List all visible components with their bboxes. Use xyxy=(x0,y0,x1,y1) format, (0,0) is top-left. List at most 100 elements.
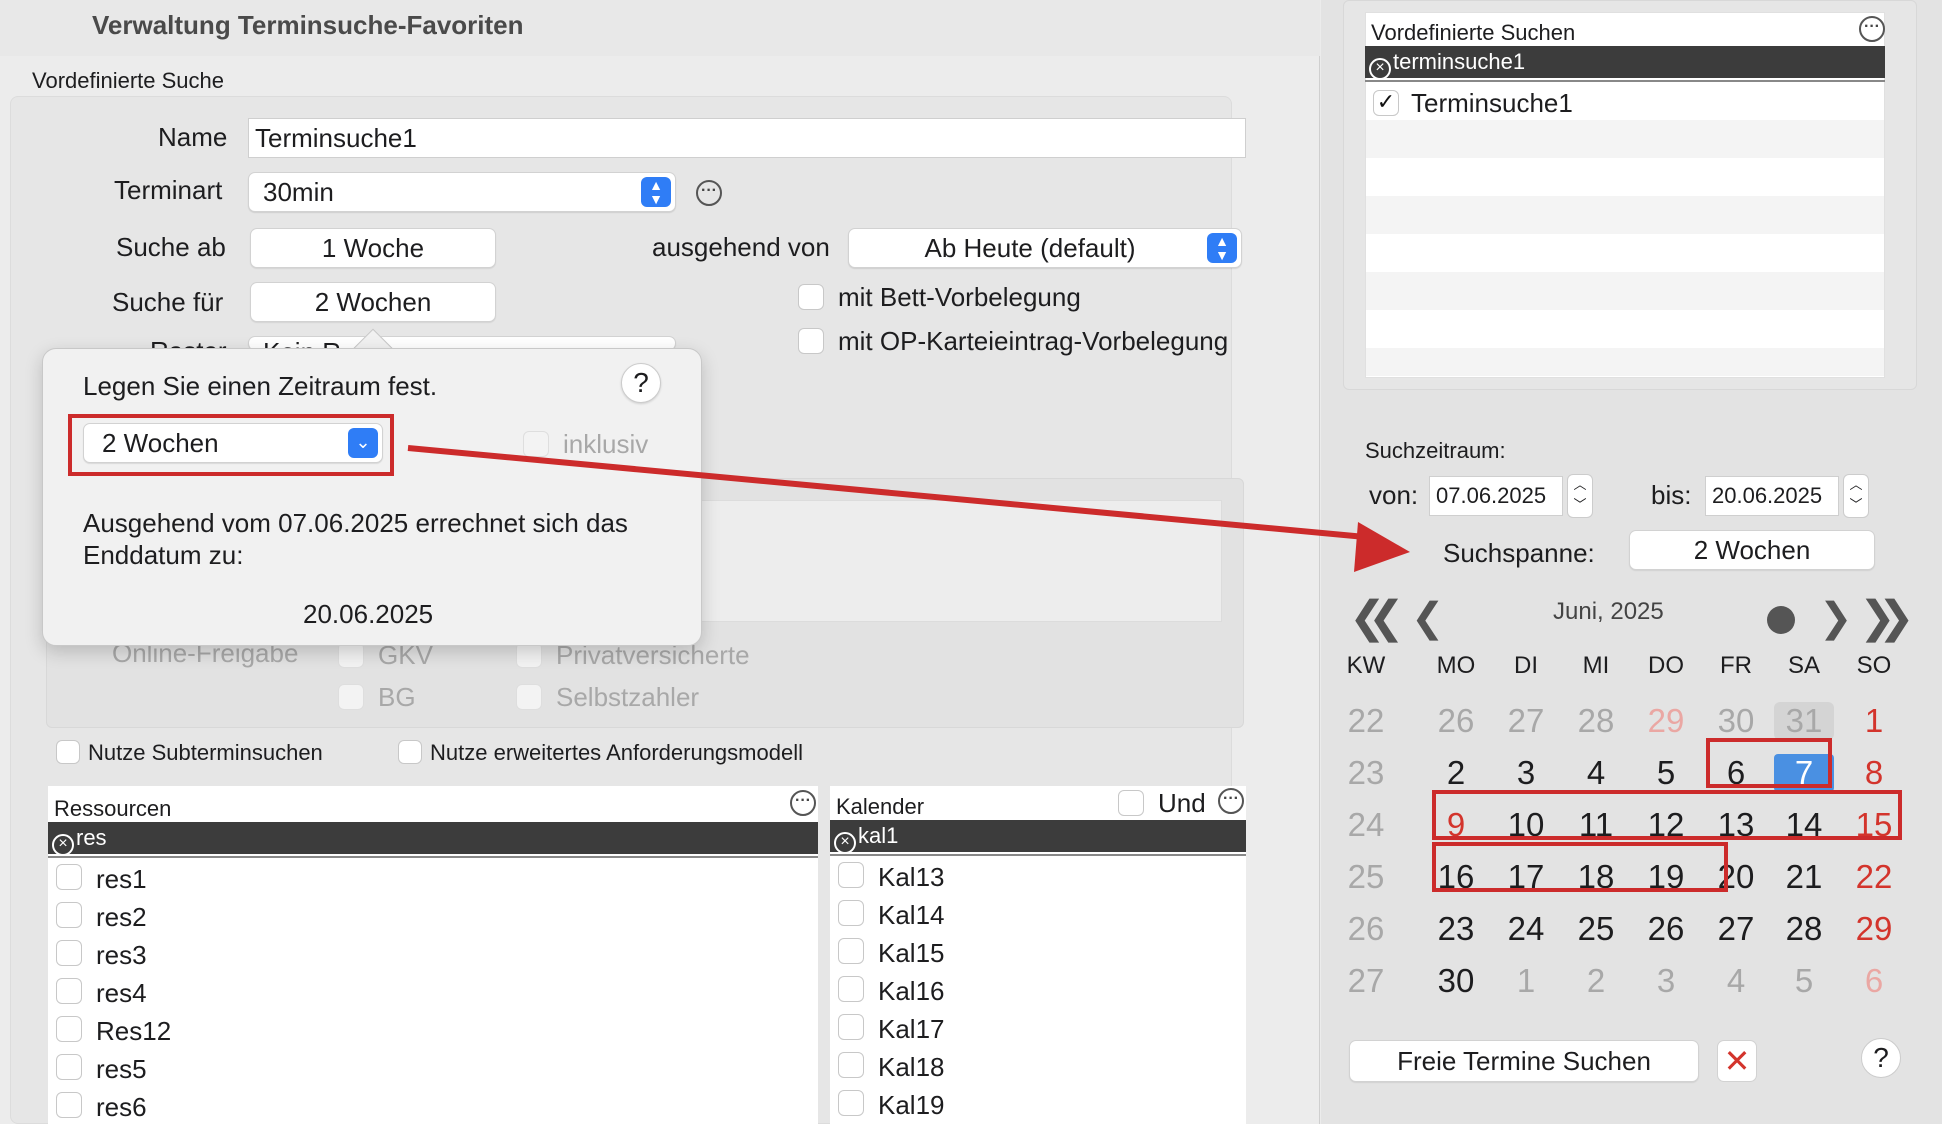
calendar-day[interactable]: 23 xyxy=(1426,910,1486,948)
calendar-day[interactable]: 28 xyxy=(1566,702,1626,740)
calendar-day[interactable]: 29 xyxy=(1844,910,1904,948)
kalender-checkbox[interactable] xyxy=(838,1052,864,1078)
next-month-icon[interactable]: ❯ xyxy=(1819,596,1853,640)
kalender-item[interactable]: Kal18 xyxy=(878,1052,945,1083)
ressource-checkbox[interactable] xyxy=(56,1054,82,1080)
calendar-day[interactable]: 4 xyxy=(1706,962,1766,1000)
calendar-day[interactable]: 26 xyxy=(1636,910,1696,948)
ressource-checkbox[interactable] xyxy=(56,1092,82,1118)
kalender-checkbox[interactable] xyxy=(838,1090,864,1116)
today-dot-icon[interactable] xyxy=(1767,606,1795,634)
ressource-item[interactable]: res5 xyxy=(96,1054,147,1085)
predefined-filter[interactable]: × terminsuche1 xyxy=(1365,46,1885,80)
calendar-day[interactable]: 29 xyxy=(1636,702,1696,740)
kalender-item[interactable]: Kal17 xyxy=(878,1014,945,1045)
calendar-day[interactable]: 8 xyxy=(1844,754,1904,792)
clear-x-icon[interactable]: ✕ xyxy=(1717,1040,1757,1082)
kalender-item[interactable]: Kal19 xyxy=(878,1090,945,1121)
calendar-day[interactable]: 2 xyxy=(1426,754,1486,792)
predefined-more-icon[interactable]: ··· xyxy=(1859,16,1885,42)
ressource-checkbox[interactable] xyxy=(56,1016,82,1042)
ressource-checkbox[interactable] xyxy=(56,902,82,928)
ressource-item[interactable]: res4 xyxy=(96,978,147,1009)
ressource-checkbox[interactable] xyxy=(56,978,82,1004)
von-stepper[interactable]: ︿ ﹀ xyxy=(1567,474,1593,518)
calendar-day[interactable]: 21 xyxy=(1774,858,1834,896)
clear-filter-icon[interactable]: × xyxy=(52,834,74,856)
clear-filter-icon[interactable]: × xyxy=(834,832,856,854)
kalender-checkbox[interactable] xyxy=(838,1014,864,1040)
kalender-filter-text: kal1 xyxy=(858,823,899,848)
highlight-week-23 xyxy=(1706,738,1832,788)
bis-stepper[interactable]: ︿ ﹀ xyxy=(1843,474,1869,518)
clear-filter-icon[interactable]: × xyxy=(1369,58,1391,80)
kalender-item[interactable]: Kal15 xyxy=(878,938,945,969)
bis-field[interactable]: 20.06.2025 xyxy=(1705,476,1839,516)
von-field[interactable]: 07.06.2025 xyxy=(1429,476,1563,516)
prev-year-icon[interactable]: ❮❮ xyxy=(1349,596,1405,640)
window-title: Verwaltung Terminsuche-Favoriten xyxy=(92,10,524,40)
op-checkbox[interactable] xyxy=(798,328,824,354)
calendar-day[interactable]: 2 xyxy=(1566,962,1626,1000)
terminart-select[interactable]: 30min ▲ ▼ xyxy=(248,172,676,212)
ausgehend-select[interactable]: Ab Heute (default) ▲ ▼ xyxy=(848,228,1242,268)
calendar-day[interactable]: 31 xyxy=(1774,702,1834,740)
kalender-checkbox[interactable] xyxy=(838,976,864,1002)
kalender-item[interactable]: Kal13 xyxy=(878,862,945,893)
ressourcen-more-icon[interactable]: ··· xyxy=(790,790,816,816)
ressource-item[interactable]: res6 xyxy=(96,1092,147,1123)
terminart-more-icon[interactable]: ··· xyxy=(696,180,722,206)
calendar-day[interactable]: 27 xyxy=(1706,910,1766,948)
stripe xyxy=(1366,196,1884,234)
calendar-day[interactable]: 1 xyxy=(1844,702,1904,740)
popover-title: Legen Sie einen Zeitraum fest. xyxy=(83,371,438,401)
ressourcen-filter[interactable]: × res xyxy=(48,822,818,856)
calendar-day[interactable]: 3 xyxy=(1496,754,1556,792)
search-button[interactable]: Freie Termine Suchen xyxy=(1349,1040,1699,1082)
calendar-day[interactable]: 25 xyxy=(1566,910,1626,948)
prev-month-icon[interactable]: ❮ xyxy=(1411,596,1445,640)
kalender-checkbox[interactable] xyxy=(838,900,864,926)
suche-ab-button[interactable]: 1 Woche xyxy=(250,228,496,268)
und-checkbox[interactable] xyxy=(1118,790,1144,816)
ressource-item[interactable]: Res12 xyxy=(96,1016,171,1047)
weekday-header: SO xyxy=(1856,652,1892,679)
ressource-checkbox[interactable] xyxy=(56,940,82,966)
ressource-item[interactable]: res1 xyxy=(96,864,147,895)
kalender-item[interactable]: Kal16 xyxy=(878,976,945,1007)
calendar-day[interactable]: 27 xyxy=(1496,702,1556,740)
subtermin-checkbox[interactable] xyxy=(56,740,80,764)
right-panel: Vordefinierte Suchen ··· × terminsuche1 ✓… xyxy=(1321,0,1942,1124)
next-year-icon[interactable]: ❯❯ xyxy=(1859,596,1915,640)
calendar-day[interactable]: 26 xyxy=(1426,702,1486,740)
kalender-filter[interactable]: × kal1 xyxy=(830,820,1246,854)
subtermin-label: Nutze Subterminsuchen xyxy=(88,740,323,765)
calendar-day[interactable]: 3 xyxy=(1636,962,1696,1000)
predefined-item-checkbox[interactable]: ✓ xyxy=(1373,90,1399,116)
calendar-day[interactable]: 22 xyxy=(1844,858,1904,896)
anforderung-checkbox[interactable] xyxy=(398,740,422,764)
calendar-day[interactable]: 6 xyxy=(1844,962,1904,1000)
kalender-checkbox[interactable] xyxy=(838,862,864,888)
calendar-day[interactable]: 5 xyxy=(1636,754,1696,792)
ressource-item[interactable]: res3 xyxy=(96,940,147,971)
kalender-item[interactable]: Kal14 xyxy=(878,900,945,931)
kalender-checkbox[interactable] xyxy=(838,938,864,964)
spanne-button[interactable]: 2 Wochen xyxy=(1629,530,1875,570)
kalender-more-icon[interactable]: ··· xyxy=(1218,788,1244,814)
ressource-checkbox[interactable] xyxy=(56,864,82,890)
footer-help-button[interactable]: ? xyxy=(1861,1038,1901,1078)
calendar-day[interactable]: 28 xyxy=(1774,910,1834,948)
name-field[interactable]: Terminsuche1 xyxy=(248,118,1246,158)
predefined-item[interactable]: Terminsuche1 xyxy=(1411,88,1573,119)
suche-fuer-button[interactable]: 2 Wochen xyxy=(250,282,496,322)
calendar-day[interactable]: 24 xyxy=(1496,910,1556,948)
calendar-day[interactable]: 30 xyxy=(1706,702,1766,740)
calendar-day[interactable]: 1 xyxy=(1496,962,1556,1000)
calendar-day[interactable]: 5 xyxy=(1774,962,1834,1000)
calendar-day[interactable]: 30 xyxy=(1426,962,1486,1000)
ressource-item[interactable]: res2 xyxy=(96,902,147,933)
calendar-day[interactable]: 4 xyxy=(1566,754,1626,792)
bett-checkbox[interactable] xyxy=(798,284,824,310)
help-button[interactable]: ? xyxy=(621,363,661,403)
